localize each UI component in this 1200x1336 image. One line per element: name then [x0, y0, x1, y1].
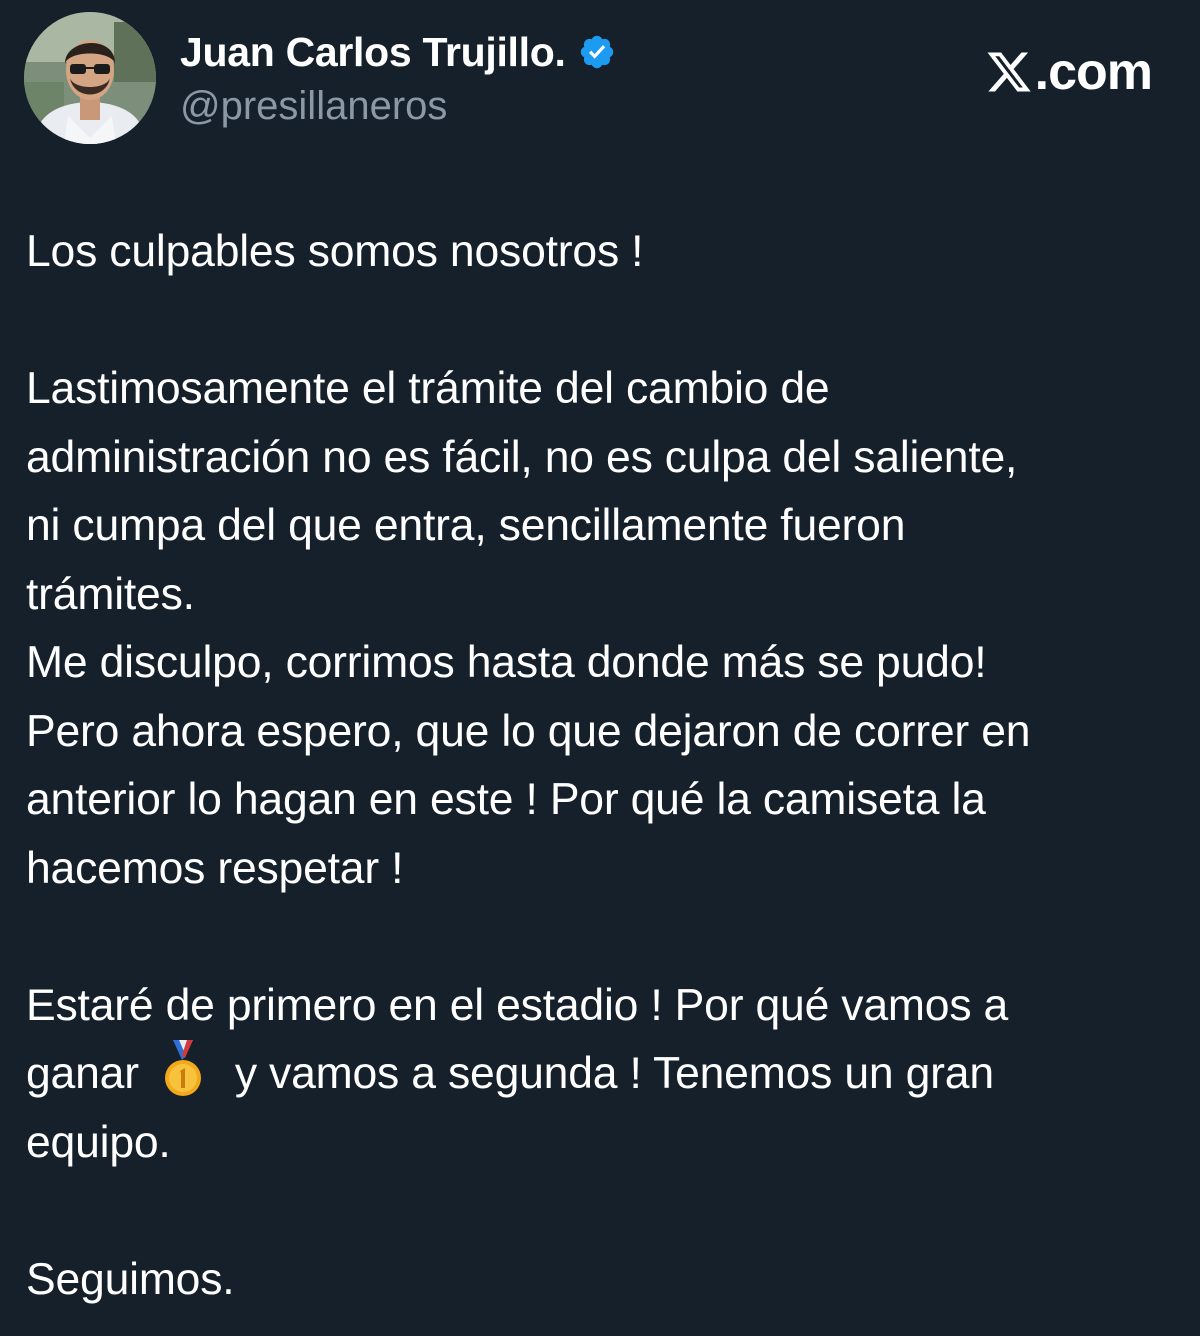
tweet-line: ni cumpa del que entra, sencillamente fu…: [26, 501, 906, 550]
tweet-line: Lastimosamente el trámite del cambio de: [26, 364, 830, 413]
tweet-line: administración no es fácil, no es culpa …: [26, 432, 1018, 482]
tweet-line: Pero ahora espero, que lo que dejaron de…: [26, 706, 1031, 756]
author-info: Juan Carlos Trujillo. @presillaneros: [180, 28, 616, 129]
tweet-text: Los culpables somos nosotros ! Lastimosa…: [26, 218, 1176, 1314]
author-handle[interactable]: @presillaneros: [180, 84, 616, 129]
tweet-line: anterior lo hagan en este ! Por qué la c…: [26, 775, 986, 824]
first-place-medal-icon: [159, 1040, 207, 1100]
author-name-row: Juan Carlos Trujillo.: [180, 28, 616, 76]
tweet-line: equipo.: [26, 1117, 171, 1167]
tweet-header: Juan Carlos Trujillo. @presillaneros .co…: [24, 12, 1174, 147]
x-logo-icon: [985, 48, 1033, 96]
brand-domain-text: .com: [1034, 43, 1153, 101]
tweet-line: ganar y vamos a segunda ! Tenemos un gra…: [26, 1040, 1176, 1109]
tweet-line: hacemos respetar !: [26, 843, 404, 893]
tweet-line: Seguimos.: [26, 1254, 235, 1304]
tweet-card: Juan Carlos Trujillo. @presillaneros .co…: [0, 0, 1200, 1336]
tweet-line: Me disculpo, corrimos hasta donde más se…: [26, 638, 987, 687]
tweet-text-segment: y vamos a segunda ! Tenemos un gran: [234, 1049, 994, 1098]
x-brand: .com: [985, 42, 1153, 102]
avatar[interactable]: [24, 12, 156, 144]
author-name[interactable]: Juan Carlos Trujillo.: [180, 29, 566, 76]
verified-badge-icon: [578, 33, 616, 71]
avatar-photo: [24, 12, 156, 144]
tweet-line: trámites.: [26, 569, 195, 619]
tweet-line: Estaré de primero en el estadio ! Por qu…: [26, 980, 1009, 1030]
tweet-text-segment: ganar: [26, 1049, 139, 1098]
tweet-line: Los culpables somos nosotros !: [26, 227, 644, 276]
